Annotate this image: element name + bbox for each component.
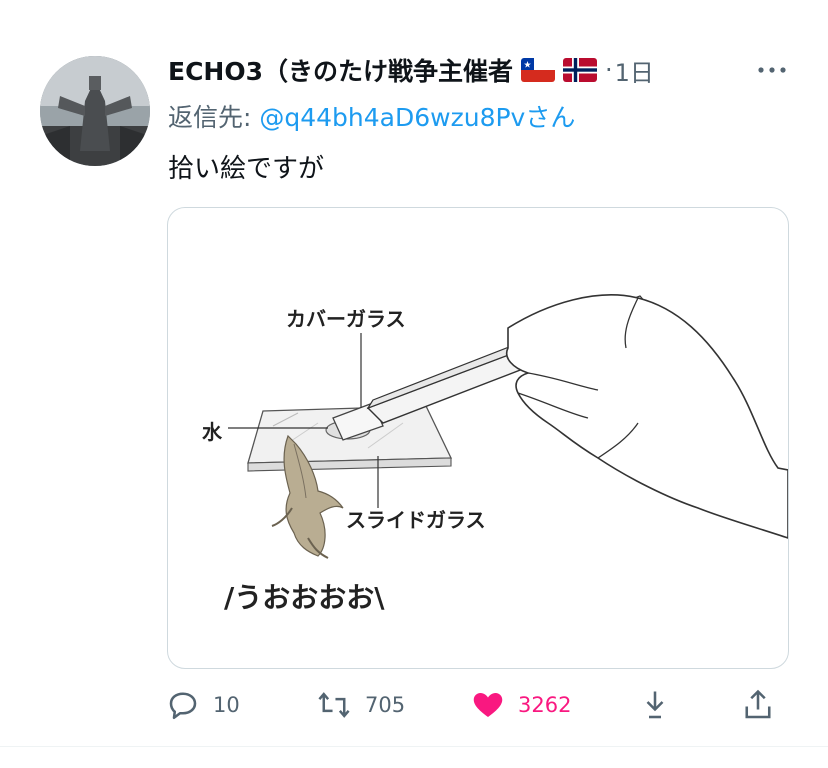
previous-tweet-edge — [0, 0, 828, 12]
separator-dot: · — [605, 56, 613, 84]
display-name[interactable]: ECHO3（きのたけ戦争主催者 — [168, 52, 513, 88]
retweet-icon — [318, 692, 350, 718]
reply-button[interactable]: 10 — [165, 683, 240, 727]
retweet-count: 705 — [365, 693, 406, 717]
avatar[interactable] — [40, 56, 150, 166]
action-bar: 10 705 3262 — [165, 683, 795, 727]
share-icon — [745, 689, 771, 719]
timestamp[interactable]: 1日 — [615, 53, 654, 88]
image-caption: /うおおおお\ — [224, 581, 385, 614]
share-button[interactable] — [740, 683, 776, 727]
bookmark-button[interactable] — [637, 683, 673, 727]
replying-to: 返信先: @q44bh4aD6wzu8Pvさん — [168, 98, 575, 134]
reply-icon — [169, 692, 197, 720]
norway-flag-icon — [563, 58, 597, 82]
tweet-text: 拾い絵ですが — [168, 154, 325, 184]
label-slide-glass: スライドガラス — [346, 508, 486, 532]
more-icon — [758, 67, 786, 73]
like-count: 3262 — [518, 693, 572, 717]
download-icon — [646, 691, 664, 719]
label-water: 水 — [202, 420, 222, 444]
reply-handle-link[interactable]: @q44bh4aD6wzu8Pv — [259, 103, 525, 132]
tweet-media-image[interactable]: カバーガラス 水 スライドガラス /うおおおお\ — [167, 207, 789, 669]
tweet-divider — [0, 746, 828, 747]
more-options-button[interactable] — [752, 50, 792, 90]
avatar-image — [40, 56, 150, 166]
heart-icon — [473, 693, 503, 717]
like-button[interactable]: 3262 — [470, 683, 571, 727]
reply-count: 10 — [213, 693, 240, 717]
reply-suffix: さん — [525, 103, 576, 132]
retweet-button[interactable]: 705 — [315, 683, 405, 727]
chile-flag-icon — [521, 58, 555, 82]
tweet-header: ECHO3（きのたけ戦争主催者 · 1日 — [168, 50, 818, 90]
label-cover-glass: カバーガラス — [286, 307, 406, 331]
reply-prefix: 返信先: — [168, 103, 260, 132]
